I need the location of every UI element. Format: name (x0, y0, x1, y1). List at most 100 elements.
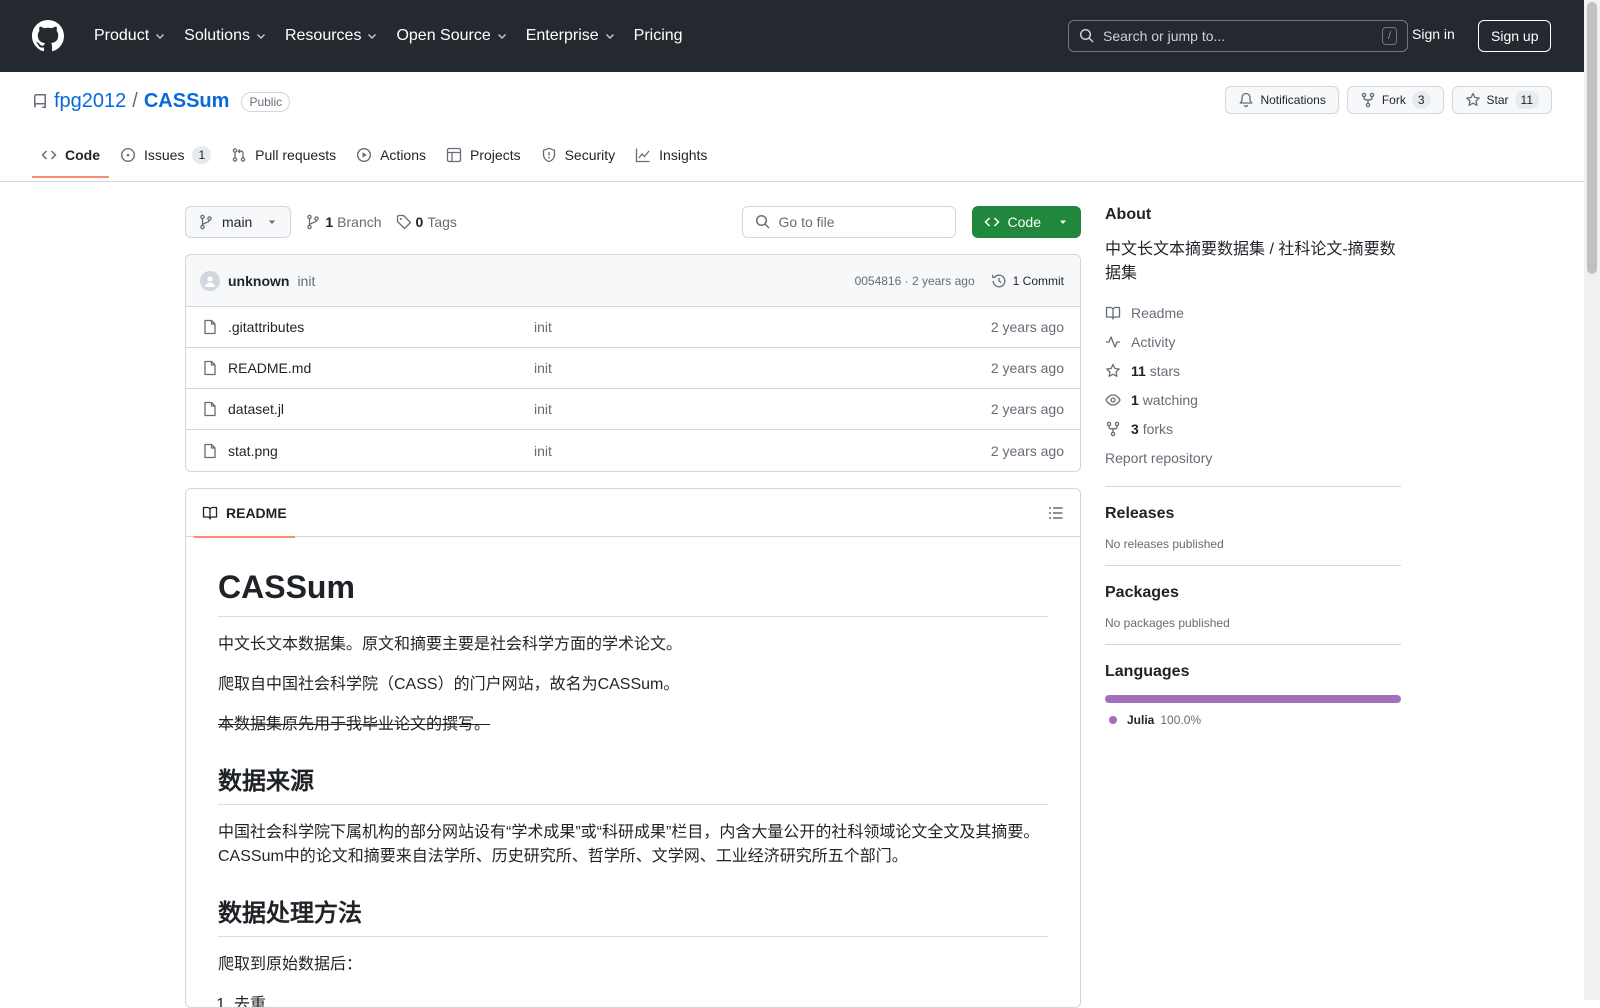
file-row[interactable]: dataset.jl init 2 years ago (186, 389, 1080, 430)
sign-up-button[interactable]: Sign up (1478, 20, 1552, 52)
commit-count-label: 1 Commit (1012, 273, 1064, 288)
star-label: Star (1486, 93, 1509, 107)
language-percent: 100.0% (1160, 713, 1202, 727)
report-repository-link[interactable]: Report repository (1105, 443, 1401, 472)
code-button-label: Code (1007, 214, 1041, 230)
star-button[interactable]: Star 11 (1451, 86, 1552, 114)
commit-message[interactable]: init (297, 273, 315, 289)
file-icon (204, 319, 216, 335)
branch-name: main (222, 214, 253, 230)
tag-label: Tags (427, 214, 457, 230)
star-icon (1106, 363, 1120, 377)
fork-icon (1106, 421, 1120, 436)
nav-product[interactable]: Product (86, 21, 174, 51)
file-name-link[interactable]: dataset.jl (228, 401, 284, 417)
releases-heading[interactable]: Releases (1105, 505, 1401, 523)
file-row[interactable]: stat.png init 2 years ago (186, 430, 1080, 471)
repo-path-separator: / (132, 90, 138, 112)
file-commit-message[interactable]: init (534, 319, 991, 335)
tab-label: Pull requests (255, 147, 337, 163)
stars-link[interactable]: 11 stars (1105, 356, 1401, 385)
nav-resources[interactable]: Resources (277, 21, 386, 51)
forks-link[interactable]: 3 forks (1105, 414, 1401, 443)
page-scrollbar[interactable] (1584, 0, 1600, 1000)
language-item[interactable]: Julia 100.0% (1105, 713, 1401, 727)
chevron-down-icon (256, 34, 265, 39)
repo-owner-link[interactable]: fpg2012 (54, 90, 126, 113)
nav-pricing[interactable]: Pricing (626, 21, 691, 51)
nav-solutions[interactable]: Solutions (176, 21, 275, 51)
file-row[interactable]: README.md init 2 years ago (186, 348, 1080, 389)
about-heading: About (1105, 206, 1152, 223)
branch-icon (307, 214, 320, 230)
file-commit-message[interactable]: init (534, 443, 991, 459)
commits-history-link[interactable]: 1 Commit (991, 273, 1064, 289)
repo-title: fpg2012 / CASSum Public (32, 90, 291, 113)
notifications-button[interactable]: Notifications (1225, 86, 1339, 114)
tab-label: Actions (380, 147, 427, 163)
tab-issues[interactable]: Issues 1 (111, 138, 220, 178)
fork-button[interactable]: Fork 3 (1346, 86, 1444, 114)
file-name-link[interactable]: .gitattributes (228, 319, 304, 335)
repo-actions: Notifications Fork 3 Star 11 (1225, 86, 1552, 114)
activity-link[interactable]: Activity (1105, 327, 1401, 356)
watchers-link[interactable]: 1 watching (1105, 385, 1401, 414)
bell-icon (1239, 92, 1254, 108)
book-icon (1105, 306, 1121, 320)
chevron-down-icon (605, 34, 614, 39)
readme-heading-source: 数据来源 (218, 761, 1048, 805)
github-logo-icon[interactable] (32, 20, 64, 52)
repo-name-link[interactable]: CASSum (144, 90, 230, 113)
avatar[interactable] (200, 270, 220, 291)
code-icon (41, 150, 57, 160)
tab-code[interactable]: Code (32, 138, 109, 178)
packages-heading[interactable]: Packages (1105, 584, 1401, 602)
fork-count: 3 (1411, 91, 1431, 109)
fork-label: Fork (1381, 93, 1406, 107)
tab-security[interactable]: Security (532, 138, 625, 178)
notifications-label: Notifications (1260, 93, 1326, 107)
nav-label: Solutions (184, 27, 250, 44)
readme-ordered-list: 去重 (218, 993, 1048, 1007)
readme-panel: README CASSum 中文长文本数据集。原文和摘要主要是社会科学方面的学术… (185, 488, 1081, 1008)
tags-link[interactable]: 0 Tags (396, 214, 457, 230)
tab-pull-requests[interactable]: Pull requests (222, 138, 345, 178)
search-icon (1079, 28, 1094, 43)
file-commit-message[interactable]: init (534, 360, 991, 376)
list-outline-icon[interactable] (1048, 505, 1064, 521)
tab-label: Code (65, 147, 100, 163)
file-name-link[interactable]: stat.png (228, 443, 278, 459)
readme-link[interactable]: Readme (1105, 298, 1401, 327)
scrollbar-thumb[interactable] (1587, 2, 1597, 274)
chevron-down-icon (156, 34, 165, 39)
tab-actions[interactable]: Actions (347, 138, 435, 178)
nav-open-source[interactable]: Open Source (388, 21, 515, 51)
readme-link-label: Readme (1131, 304, 1184, 321)
tab-projects[interactable]: Projects (437, 138, 530, 178)
file-date: 2 years ago (990, 401, 1064, 417)
readme-strikethrough-paragraph: 本数据集原先用于我毕业论文的撰写。 (218, 716, 491, 733)
languages-heading: Languages (1105, 663, 1190, 680)
commit-hash-time[interactable]: 0054816 · 2 years ago (855, 274, 975, 288)
commit-author[interactable]: unknown (228, 273, 289, 289)
code-dropdown-button[interactable]: Code (971, 206, 1081, 238)
issue-icon (120, 147, 136, 163)
sign-in-link[interactable]: Sign in (1412, 26, 1455, 42)
nav-enterprise[interactable]: Enterprise (518, 21, 624, 51)
readme-tab[interactable]: README (194, 489, 295, 538)
repo-tabs: Code Issues 1 Pull requests Actions Proj… (32, 138, 716, 178)
go-to-file-input[interactable]: Go to file (741, 206, 956, 238)
file-name-link[interactable]: README.md (228, 360, 311, 376)
tab-insights[interactable]: Insights (626, 138, 716, 178)
global-nav: Product Solutions Resources Open Source … (86, 21, 691, 51)
file-row[interactable]: .gitattributes init 2 years ago (186, 307, 1080, 348)
branches-link[interactable]: 1 Branch (305, 214, 382, 230)
nav-label: Enterprise (525, 27, 599, 44)
branch-count: 1 (325, 214, 334, 230)
file-commit-message[interactable]: init (534, 401, 991, 417)
tag-icon (396, 214, 411, 230)
forks-count: 3 (1131, 420, 1139, 437)
branch-select-button[interactable]: main (185, 206, 292, 238)
graph-icon (636, 148, 650, 163)
global-search-input[interactable]: Search or jump to... / (1068, 20, 1408, 52)
